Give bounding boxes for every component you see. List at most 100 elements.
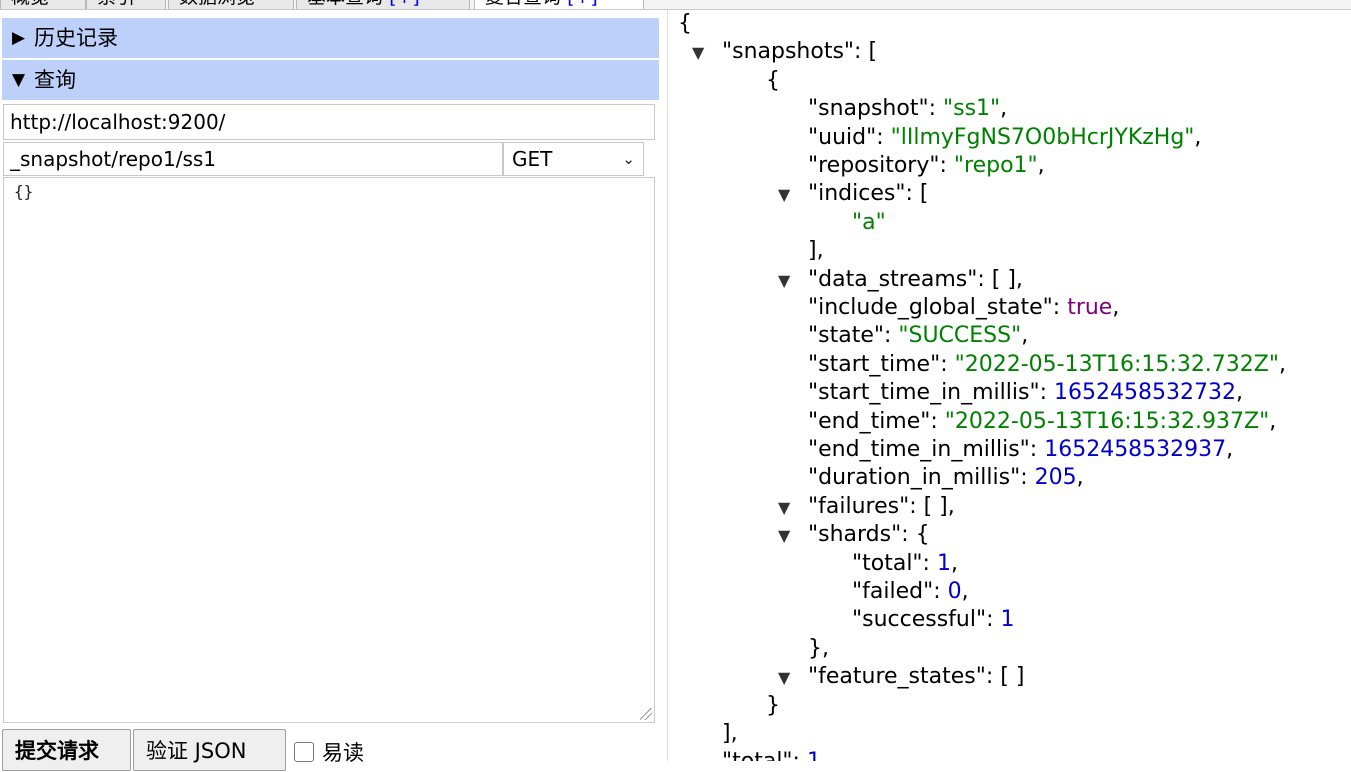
- request-body-textarea[interactable]: {}: [3, 177, 655, 723]
- json-number-value: 1: [807, 749, 821, 761]
- validate-json-button[interactable]: 验证 JSON: [133, 729, 286, 771]
- json-punctuation: ,: [1235, 380, 1243, 406]
- json-number-value: 0: [947, 579, 962, 604]
- json-key: "data_streams": [808, 266, 978, 292]
- json-line: "snapshot": "ss1",: [808, 95, 1007, 123]
- resize-grip-icon[interactable]: [640, 708, 652, 720]
- json-string-value: "repo1": [953, 153, 1038, 178]
- json-punctuation: ,: [1112, 295, 1120, 320]
- json-punctuation: :: [933, 579, 948, 604]
- json-punctuation: ],: [808, 238, 824, 264]
- history-section-header[interactable]: ▶ 历史记录: [2, 18, 659, 58]
- json-line: "duration_in_millis": 205,: [808, 464, 1084, 492]
- query-label: 查询: [34, 68, 76, 92]
- collapse-toggle-icon[interactable]: ▼: [778, 267, 808, 295]
- json-punctuation: : [ ],: [977, 266, 1023, 292]
- json-line: "failed": 0,: [852, 578, 969, 606]
- json-punctuation: ,: [1076, 465, 1084, 491]
- tab-compound-query[interactable]: 复合查询 [+]: [474, 0, 644, 9]
- tab-plus: [+]: [567, 0, 598, 8]
- json-line: "total": 1,: [852, 550, 958, 578]
- json-key: "repository": [808, 153, 940, 178]
- json-key: "failed": [852, 579, 934, 604]
- json-punctuation: :: [922, 550, 937, 576]
- json-punctuation: :: [876, 124, 891, 150]
- pretty-print-label: 易读: [322, 741, 364, 765]
- request-path-input[interactable]: [3, 142, 503, 176]
- json-key: "failures": [808, 493, 910, 519]
- tab-overview[interactable]: 概览: [0, 0, 86, 9]
- pretty-print-option[interactable]: 易读: [294, 737, 364, 767]
- json-punctuation: : [: [905, 181, 929, 207]
- json-punctuation: :: [1052, 295, 1068, 320]
- json-response-viewer: {▼ "snapshots": [{"snapshot": "ss1", "uuid…: [670, 10, 1351, 761]
- json-punctuation: ,: [1021, 323, 1029, 349]
- server-url-input[interactable]: [3, 104, 655, 140]
- json-key: "snapshots": [722, 39, 855, 65]
- submit-label: 提交请求: [15, 739, 99, 763]
- json-line: {: [766, 67, 780, 95]
- json-punctuation: ,: [1037, 153, 1045, 178]
- chevron-down-icon: ⌄: [622, 150, 635, 168]
- json-line: ],: [808, 237, 824, 265]
- json-key: "feature_states": [808, 664, 986, 690]
- json-line: ▼ "indices": [: [778, 180, 928, 208]
- collapse-toggle-icon[interactable]: ▼: [778, 522, 808, 550]
- json-key: "end_time": [808, 408, 931, 434]
- json-punctuation: : [ ],: [909, 493, 955, 519]
- json-number-value: 205: [1034, 465, 1077, 491]
- submit-request-button[interactable]: 提交请求: [2, 729, 131, 771]
- json-line: "successful": 1: [852, 606, 1015, 634]
- json-punctuation: :: [940, 351, 955, 377]
- tab-indices[interactable]: 索引: [86, 0, 166, 9]
- json-key: "end_time_in_millis": [808, 437, 1030, 462]
- json-line: ▼ "feature_states": [ ]: [778, 663, 1024, 691]
- json-punctuation: ,: [1269, 408, 1277, 434]
- json-punctuation: : [: [854, 39, 878, 65]
- collapse-toggle-icon[interactable]: ▼: [778, 181, 808, 209]
- query-section-header[interactable]: ▼ 查询: [2, 60, 659, 100]
- json-line: "uuid": "lIlmyFgNS7O0bHcrJYKzHg",: [808, 124, 1201, 152]
- tab-basic-query[interactable]: 基本查询 [+]: [296, 0, 470, 9]
- json-line: "start_time": "2022-05-13T16:15:32.732Z"…: [808, 351, 1286, 379]
- json-line: "state": "SUCCESS",: [808, 322, 1028, 350]
- tab-label: 复合查询: [485, 0, 561, 8]
- json-key: "start_time_in_millis": [808, 380, 1040, 406]
- json-line: ▼ "snapshots": [: [692, 38, 877, 66]
- tab-label: 概览: [11, 0, 49, 8]
- json-string-value: "lIlmyFgNS7O0bHcrJYKzHg": [890, 124, 1195, 150]
- http-method-select[interactable]: GET ⌄: [503, 142, 644, 176]
- collapse-toggle-icon[interactable]: ▼: [778, 664, 808, 692]
- json-line: {: [678, 10, 692, 38]
- json-line: "start_time_in_millis": 1652458532732,: [808, 379, 1243, 407]
- json-punctuation: :: [1029, 437, 1045, 462]
- json-string-value: "2022-05-13T16:15:32.937Z": [944, 408, 1270, 434]
- json-punctuation: ,: [961, 579, 969, 604]
- json-key: "total": [852, 550, 923, 576]
- json-punctuation: ],: [722, 721, 738, 746]
- json-punctuation: :: [793, 749, 807, 761]
- json-key: "total": [722, 749, 793, 761]
- json-line: "end_time": "2022-05-13T16:15:32.937Z",: [808, 408, 1276, 436]
- collapse-toggle-icon[interactable]: ▼: [778, 494, 808, 522]
- json-punctuation: :: [883, 323, 899, 349]
- json-line: "total": 1: [722, 748, 821, 761]
- collapse-toggle-icon[interactable]: ▼: [692, 39, 722, 67]
- json-line: "end_time_in_millis": 1652458532937,: [808, 436, 1233, 464]
- pretty-print-checkbox[interactable]: [294, 742, 314, 762]
- json-key: "shards": [808, 522, 902, 548]
- json-line: ▼ "shards": {: [778, 521, 930, 549]
- json-key: "include_global_state": [808, 295, 1053, 320]
- triangle-down-icon: ▼: [12, 70, 26, 90]
- json-string-value: "a": [852, 209, 886, 235]
- json-punctuation: ,: [1279, 351, 1286, 377]
- json-key: "uuid": [808, 124, 877, 150]
- tab-label: 索引: [97, 0, 135, 8]
- json-line: ],: [722, 720, 738, 748]
- method-value: GET: [512, 147, 553, 171]
- json-punctuation: {: [766, 67, 780, 93]
- json-punctuation: :: [986, 607, 1001, 633]
- tab-browser[interactable]: 数据浏览: [168, 0, 294, 9]
- query-panel: ▶ 历史记录 ▼ 查询 GET ⌄ {} 提交请求 验证 JSON 易读: [0, 10, 668, 771]
- json-key: "indices": [808, 181, 906, 207]
